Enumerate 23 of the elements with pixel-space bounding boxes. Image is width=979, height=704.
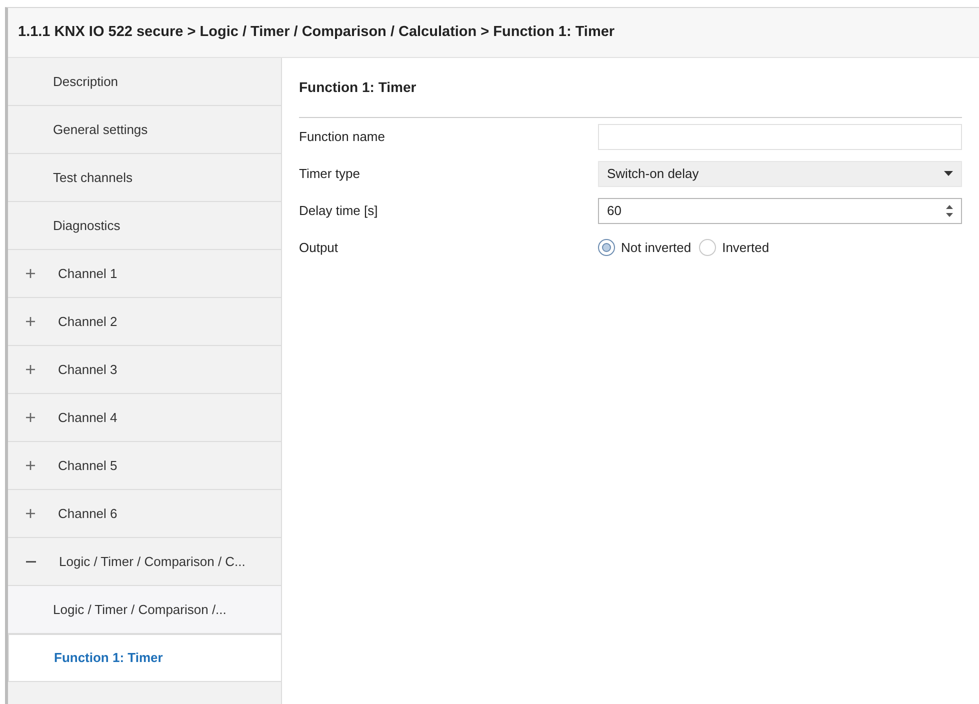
sidebar-item[interactable]: Logic / Timer / Comparison / C... — [59, 552, 246, 572]
sidebar-item[interactable]: Channel 5 — [58, 456, 118, 476]
radio-option[interactable]: Inverted — [699, 238, 770, 258]
sidebar-item[interactable]: Function 1: Timer — [8, 634, 281, 682]
number-field[interactable]: 60 — [598, 198, 962, 224]
sidebar-item[interactable]: General settings — [8, 106, 281, 154]
sidebar-item[interactable]: Channel 3 — [58, 360, 118, 380]
dropdown-field[interactable]: Switch-on delay — [598, 160, 962, 186]
window-title: 1.1.1 KNX IO 522 secure > Logic / Timer / Comparison / Calculation > Function 1: Timer — [8, 8, 979, 58]
page-heading: Function 1: Timer — [299, 58, 962, 118]
sidebar-item[interactable]: Logic / Timer / Comparison /... — [8, 586, 281, 634]
sidebar-item[interactable]: Test channels — [8, 154, 281, 202]
sidebar-item[interactable]: Description — [8, 58, 281, 106]
sidebar-item[interactable]: Channel 4 — [58, 408, 118, 428]
sidebar-item[interactable]: Channel 1 — [58, 264, 118, 284]
sidebar-item[interactable]: Diagnostics — [8, 202, 281, 250]
sidebar-item[interactable]: Channel 2 — [58, 312, 118, 332]
parameter-label: Delay time [s] — [299, 202, 379, 220]
parameter-label: Timer type — [299, 164, 361, 183]
parameter-label: Function name — [299, 128, 386, 146]
sidebar-item[interactable]: Channel 6 — [58, 504, 118, 524]
radio-option[interactable]: Not inverted — [598, 238, 692, 258]
parameter-label: Output — [299, 238, 340, 257]
